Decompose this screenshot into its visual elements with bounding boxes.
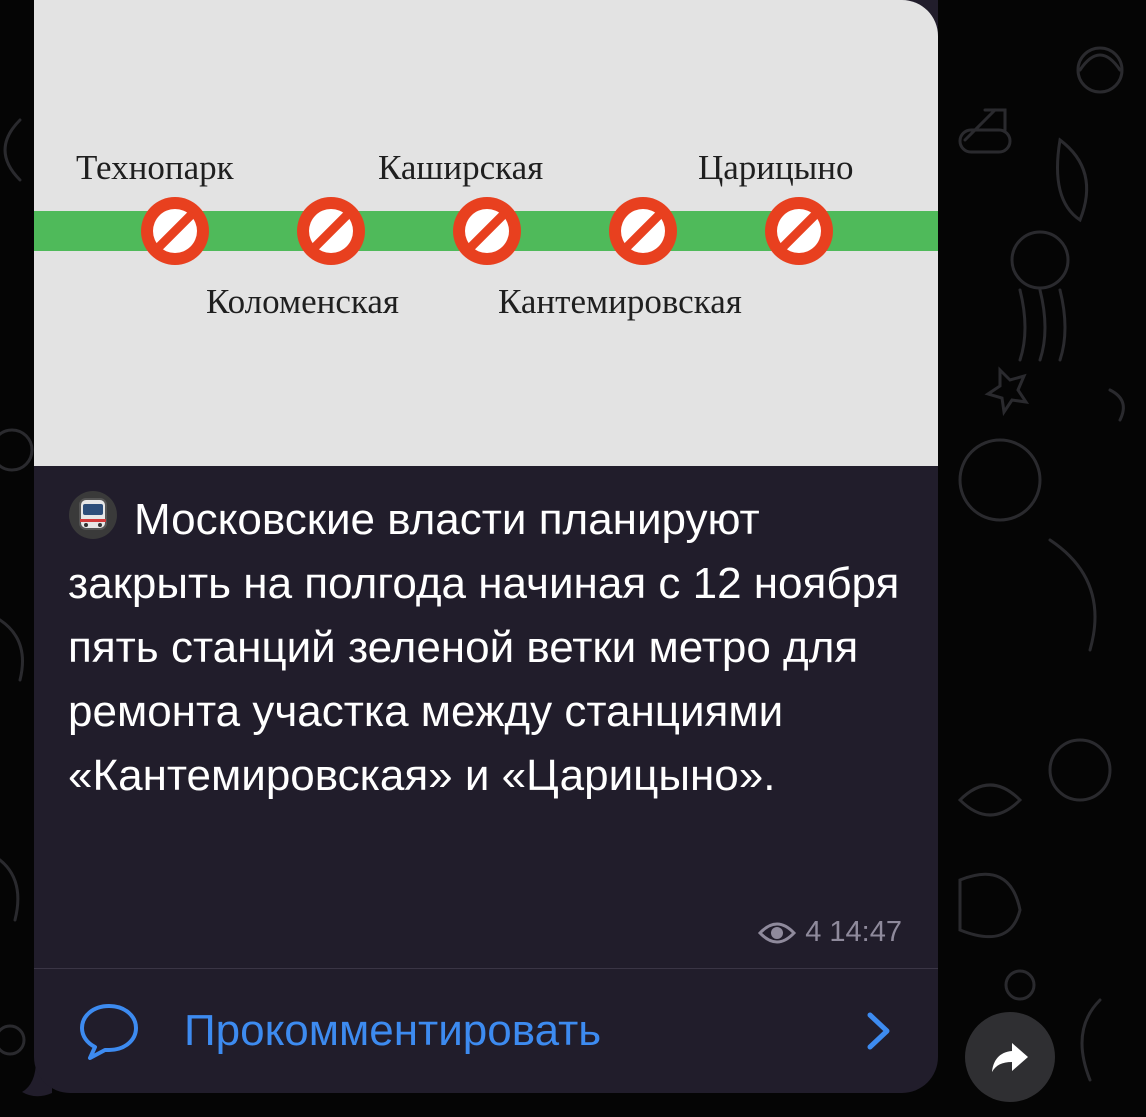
post-meta: 4 14:47 [757,916,902,949]
eye-icon [758,922,797,943]
comment-bubble-icon [80,1004,138,1060]
view-count: 4 [805,916,822,948]
comment-label: Прокомментировать [184,1006,602,1055]
no-entry-icon [297,197,365,265]
comment-button[interactable]: Прокомментировать [34,969,938,1093]
station-label-kantemirovskaya: Кантемировская [498,282,742,321]
share-arrow-icon [992,1043,1028,1072]
train-icon [69,491,117,539]
no-entry-icon [609,197,677,265]
chevron-right-icon [867,1012,890,1050]
share-button[interactable] [965,1012,1055,1102]
post-image[interactable]: Технопарк Каширская Царицыно Коломенская… [34,0,938,466]
no-entry-icon [141,197,209,265]
station-label-kashirskaya: Каширская [378,148,544,187]
station-label-kolomenskaya: Коломенская [206,282,399,321]
post-time: 14:47 [829,916,902,948]
metro-map-graphic [34,197,938,265]
post-caption: Московские власти планируют закрыть на п… [68,488,908,808]
no-entry-icon [453,197,521,265]
no-entry-icon [765,197,833,265]
post-caption-text: Московские власти планируют закрыть на п… [68,495,900,800]
station-label-tekhnopark: Технопарк [76,148,234,187]
station-label-tsaritsyno: Царицыно [698,148,854,187]
channel-post: Технопарк Каширская Царицыно Коломенская… [34,0,938,1093]
